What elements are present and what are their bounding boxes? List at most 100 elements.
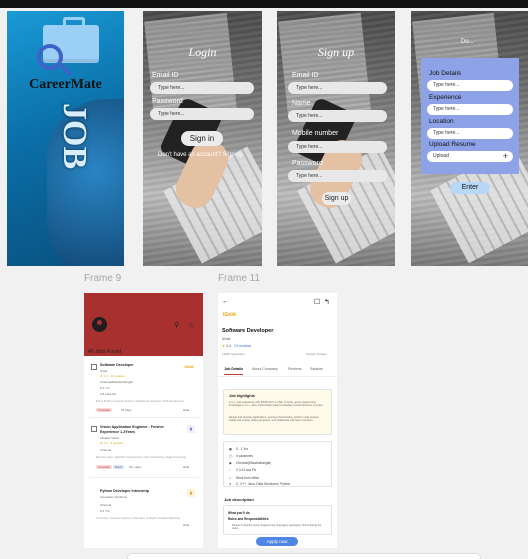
tab-about-company[interactable]: About Company — [252, 367, 278, 371]
job-title: Software Developer — [100, 363, 134, 367]
plus-icon[interactable]: + — [503, 151, 508, 162]
experience: 0 - 1 Yrs — [236, 447, 248, 451]
home-icon: ⌂ — [229, 476, 231, 480]
divider — [89, 417, 199, 418]
company-name: iGold — [222, 337, 231, 341]
location: Chennai — [100, 503, 112, 507]
job-form-heading: Do... — [461, 39, 474, 45]
tab-divider — [218, 376, 337, 378]
job-description-card: What you'll do Roles and Responsibilitie… — [223, 505, 332, 535]
signup-title: Sign up — [317, 45, 355, 59]
mobile-field[interactable]: Type here... — [288, 141, 387, 153]
app-title: CareerMate — [29, 77, 102, 92]
experience: 0-1 Yrs — [100, 386, 110, 390]
jobs-found-count: 40 Jobs Found — [88, 349, 122, 355]
hide-button[interactable]: Hide — [183, 523, 189, 527]
login-screen: Login Email ID Type here... Password Typ… — [143, 11, 262, 266]
mobile-label: Mobile number — [292, 130, 339, 137]
signup-link[interactable]: Don't have an account? Sign up — [158, 152, 243, 158]
location-icon: ◉ — [229, 461, 232, 465]
what-youll-do: What you'll do — [228, 511, 250, 515]
bell-icon[interactable]: ♨ — [188, 321, 194, 329]
signup-password-label: Password — [292, 160, 323, 167]
highlights-title: Job highlights — [229, 394, 255, 398]
company-logo: ▮ — [187, 489, 195, 497]
checkbox[interactable] — [91, 364, 97, 370]
company-name: iGold — [100, 369, 108, 373]
password-field[interactable]: Type here... — [150, 108, 254, 120]
tag: 6 reviews — [96, 408, 112, 412]
job-description: B.E or B.Tech Computer Science, Software… — [96, 400, 185, 403]
job-text: JOB — [56, 103, 93, 170]
bookmark-icon[interactable]: ☐ — [314, 298, 320, 306]
job-detail-screen: ← ☐ ↰ iGold Software Developer iGold ★ 3… — [218, 293, 337, 548]
upload-resume-label: Upload Resume — [429, 141, 476, 148]
job-form-screen: Do... Job Details Type here... Experienc… — [411, 11, 528, 266]
reviews-link[interactable]: 13 reviews — [234, 344, 251, 348]
tag: Top 1 — [113, 465, 124, 469]
clock-icon: ◯ — [229, 454, 233, 458]
job-card[interactable]: Vision Application Engineer - Fresher Ex… — [89, 425, 199, 483]
apply-now-button[interactable]: Apply now — [256, 537, 298, 546]
email-label: Email ID — [152, 72, 179, 79]
experience-field[interactable]: Type here... — [427, 104, 513, 115]
signup-screen: Sign up Email ID Type here... Name Type … — [277, 11, 395, 266]
job-title: Software Developer — [222, 328, 274, 334]
email-field[interactable]: Type here... — [150, 82, 254, 94]
work-mode: Work from office — [236, 476, 260, 480]
tab-job-details[interactable]: Job Details — [224, 367, 244, 375]
company-logo: iGold — [223, 312, 236, 318]
enter-button[interactable]: Enter — [450, 182, 490, 194]
rating: ★ 2.6 · 4 reviews — [100, 441, 124, 445]
company-name: Innovation Solutions — [100, 495, 128, 499]
job-list-header: ⚲ ♨ 40 Jobs Found — [84, 293, 203, 356]
job-card[interactable]: Software Developer iGold iGold ★ 3.4 · 1… — [89, 363, 199, 419]
job-highlights-card: Job highlights 0 to 1 year experience wi… — [223, 389, 332, 435]
share-icon[interactable]: ↰ — [324, 298, 330, 306]
experience: 0-1 Yrs — [100, 509, 110, 513]
tab-salaries[interactable]: Salaries — [310, 367, 323, 371]
money-icon: ▫ — [229, 468, 231, 472]
signup-password-field[interactable]: Type here... — [288, 170, 387, 182]
job-description: Machine Vision, Algorithm Development, V… — [96, 456, 187, 459]
frame9-label: Frame 9 — [84, 273, 122, 284]
posted: 30+ days — [129, 465, 142, 469]
highlights-text-1: 0 to 1 year experience with B.E/B.Tech i… — [229, 401, 323, 408]
login-title: Login — [188, 45, 217, 59]
back-arrow-icon[interactable]: ← — [222, 298, 229, 305]
top-strip — [0, 0, 528, 8]
job-details-field[interactable]: Type here... — [427, 80, 513, 91]
divider — [89, 477, 199, 478]
signup-button[interactable]: Sign up — [322, 192, 351, 205]
password-label: Password — [152, 98, 183, 105]
signup-email-field[interactable]: Type here... — [288, 82, 387, 94]
job-list-screen: ⚲ ♨ 40 Jobs Found Software Developer iGo… — [84, 293, 203, 548]
search-icon[interactable]: ⚲ — [174, 321, 179, 329]
hide-button[interactable]: Hide — [183, 408, 189, 412]
upload-field[interactable]: Upload + — [427, 151, 513, 162]
company-logo: iGold — [184, 365, 194, 369]
rating: ★ 3.4 · 13 reviews — [100, 374, 125, 378]
star-icon: ★ — [222, 344, 226, 348]
location-field[interactable]: Type here... — [427, 128, 513, 139]
avatar[interactable] — [92, 317, 107, 332]
magnifier-icon — [37, 44, 63, 70]
tab-reviews[interactable]: Reviews — [288, 367, 302, 371]
job-card[interactable]: Python Developer Internship ▮ Innovation… — [89, 489, 199, 545]
tag: 4 reviews — [96, 465, 112, 469]
checkbox[interactable] — [91, 426, 97, 432]
roles-title: Roles and Responsibilities — [228, 517, 269, 521]
roles-text: Design & develop using programming langu… — [232, 524, 322, 531]
job-form-panel: Job Details Type here... Experience Type… — [421, 58, 519, 174]
name-label: Name — [292, 100, 311, 107]
skills-icon: ✎ — [229, 482, 232, 486]
name-field[interactable]: Type here... — [288, 110, 387, 122]
posted: 15 days — [121, 408, 132, 412]
bottom-toolbar — [127, 553, 481, 559]
location: Chennai(Ekkattuthangal) — [236, 461, 272, 465]
hide-button[interactable]: Hide — [183, 465, 189, 469]
frame11-label: Frame 11 — [218, 273, 261, 284]
signin-button[interactable]: Sign in — [181, 131, 223, 146]
salary: ₹ 3-6 Lacs PA — [236, 468, 257, 472]
job-description: IT services, Computer science, Informati… — [96, 517, 184, 520]
